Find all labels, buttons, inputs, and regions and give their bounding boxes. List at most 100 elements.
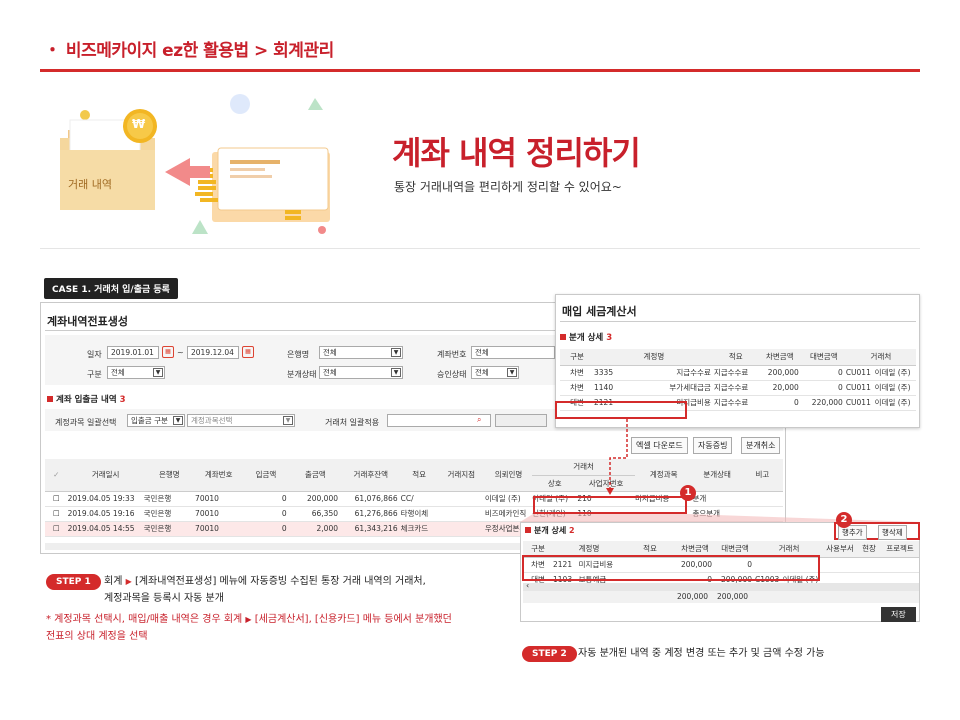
cell: 61,276,866	[341, 506, 401, 522]
table-row[interactable]: 차변 1140 부가세대급금 지급수수료 20,000 0 CU011 이데일 …	[560, 380, 916, 396]
cell: 1140	[594, 380, 631, 396]
cell: 20,000	[757, 380, 802, 396]
col-header: 적요	[713, 349, 758, 366]
cell[interactable]	[881, 557, 919, 573]
arrow-right-icon: ▶	[125, 577, 132, 586]
total-credit: 200,000	[717, 592, 749, 601]
tax-title: 매입 세금계산서	[562, 305, 637, 318]
split-status-value: 전체	[323, 368, 337, 377]
cell: 0	[242, 491, 290, 507]
cell[interactable]	[823, 557, 857, 573]
col-header: 사용부서	[823, 541, 857, 558]
bulk-type-select[interactable]: 입출금 구분 ▼	[127, 414, 185, 427]
vendor-search-input[interactable]	[387, 414, 491, 427]
check-col-header: ✓	[45, 459, 68, 492]
account-select-value: 전체	[475, 348, 489, 357]
vendor-group-header: 거래처	[532, 459, 635, 476]
step1-note: * 계정과목 선택시, 매입/매출 내역은 경우 회계 ▶ [세금계산서], […	[46, 611, 452, 645]
cell: 지급수수료	[713, 365, 758, 381]
cell: 국민은행	[143, 521, 196, 537]
cell: CU011	[845, 395, 875, 411]
col-header: 은행명	[143, 459, 196, 492]
cell: 0	[242, 506, 290, 522]
cell: 2019.04.05 19:16	[67, 506, 144, 522]
bulk-account-placeholder: 계정과목선택	[191, 416, 233, 425]
split-cancel-button[interactable]: 분개취소	[741, 437, 781, 454]
note-text-a: * 계정과목 선택시, 매입/매출 내역은 경우 회계	[46, 614, 243, 625]
col-header: 차변금액	[757, 349, 802, 366]
approve-status-label: 승인상태	[437, 370, 467, 379]
col-header: 대변금액	[801, 349, 846, 366]
cell: 지급수수료	[630, 365, 714, 381]
cell	[437, 491, 485, 507]
col-header: 거래처	[845, 349, 916, 366]
section-title: 계좌 입출금 내역	[56, 395, 117, 405]
section-marker-icon	[525, 527, 531, 533]
cell: 200,000	[289, 491, 341, 507]
chevron-down-icon: ▼	[391, 348, 401, 357]
bulk-account-label: 계정과목 일괄선택	[55, 418, 117, 427]
check-all-icon[interactable]: ✓	[53, 470, 59, 479]
cell: 70010	[195, 506, 243, 522]
date-to-input[interactable]: 2019.12.04	[187, 346, 239, 359]
date-from-input[interactable]: 2019.01.01	[107, 346, 159, 359]
bulk-account-select[interactable]: 계정과목선택 ▼	[187, 414, 295, 427]
cell: 체크카드	[400, 521, 438, 537]
note-text-c: 전표의 상대 계정을 선택	[46, 631, 148, 642]
split-status-cell: 분개	[692, 491, 742, 507]
type-select[interactable]: 전체 ▼	[107, 366, 165, 379]
bank-select[interactable]: 전체 ▼	[319, 346, 403, 359]
highlight-credit-row-box	[555, 401, 687, 419]
table-row[interactable]: 차변 3335 지급수수료 지급수수료 200,000 0 CU011 이데일 …	[560, 365, 916, 381]
type-label: 구분	[87, 370, 102, 379]
step1-badge: STEP 1	[46, 574, 101, 590]
delete-row-button[interactable]: 행삭제	[878, 525, 907, 540]
tax-title-rule	[560, 321, 916, 322]
marker-1: 1	[680, 485, 696, 501]
cell: 0	[242, 521, 290, 537]
approve-status-select[interactable]: 전체 ▼	[471, 366, 519, 379]
cell: 66,350	[289, 506, 341, 522]
chevron-down-icon: ▼	[391, 368, 401, 377]
cell: 2019.04.05 14:55	[67, 521, 144, 537]
case-badge: CASE 1. 거래처 입/출금 등록	[44, 278, 178, 299]
row-checkbox[interactable]: ☐	[45, 491, 68, 507]
won-icon: ₩	[132, 117, 146, 131]
col-header: 계좌번호	[195, 459, 243, 492]
cell	[741, 506, 783, 522]
cell: 이데일 (주)	[874, 395, 916, 411]
split-scrollbar[interactable]: ‹	[523, 581, 919, 591]
row-checkbox[interactable]: ☐	[45, 521, 68, 537]
cell[interactable]	[857, 557, 881, 573]
cell: 70010	[195, 491, 243, 507]
panel-title: 계좌내역전표생성	[47, 315, 128, 328]
cell: 지급수수료	[713, 380, 758, 396]
step1-text-a: 회계	[104, 576, 123, 587]
cell: 차변	[560, 380, 594, 396]
col-header: 적요	[400, 459, 438, 492]
section-marker-icon	[47, 396, 53, 402]
hero-illustration: 거래 내역 ₩	[40, 80, 340, 240]
search-icon[interactable]: ⌕	[477, 415, 481, 425]
auto-evidence-button[interactable]: 자동증빙	[693, 437, 733, 454]
cell: 61,076,866	[341, 491, 401, 507]
section-marker-icon	[560, 334, 566, 340]
hero-divider	[40, 248, 920, 249]
col-header: 출금액	[289, 459, 341, 492]
split-section-header: 분개 상세 2	[525, 525, 575, 536]
step2-text: 자동 분개된 내역 중 계정 변경 또는 추가 및 금액 수정 가능	[578, 648, 825, 659]
cell: CC/	[400, 491, 438, 507]
calendar-icon[interactable]: ▦	[242, 346, 254, 358]
excel-download-button[interactable]: 엑셀 다운로드	[631, 437, 688, 454]
folder-label: 거래 내역	[68, 178, 112, 191]
save-button[interactable]: 저장	[881, 607, 916, 622]
split-status-select[interactable]: 전체 ▼	[319, 366, 403, 379]
split-section-title: 분개 상세	[534, 526, 567, 535]
col-header: 상호	[532, 475, 578, 492]
tax-section-title: 분개 상세	[569, 333, 604, 343]
vendor-code-input[interactable]	[495, 414, 547, 427]
scroll-left-icon[interactable]: ‹	[526, 581, 529, 590]
row-checkbox[interactable]: ☐	[45, 506, 68, 522]
account-select[interactable]: 전체	[471, 346, 555, 359]
calendar-icon[interactable]: ▦	[162, 346, 174, 358]
